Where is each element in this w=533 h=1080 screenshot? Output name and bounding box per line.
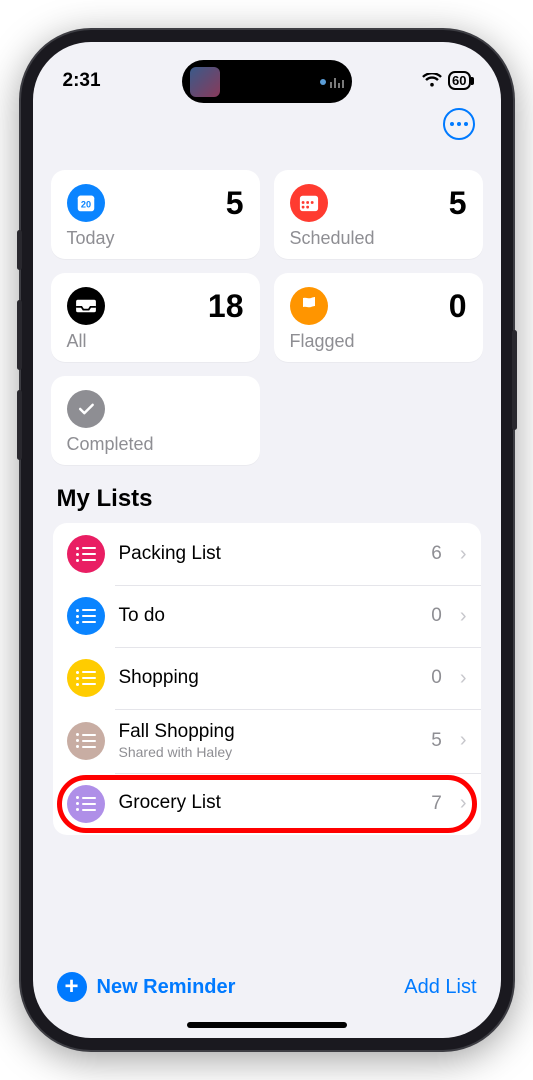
completed-label: Completed — [67, 434, 244, 455]
flagged-count: 0 — [449, 288, 467, 325]
new-reminder-label: New Reminder — [97, 976, 236, 999]
calendar-icon — [290, 184, 328, 222]
chevron-right-icon: › — [460, 667, 467, 690]
smart-list-scheduled[interactable]: 5 Scheduled — [274, 170, 483, 259]
list-row[interactable]: Packing List 6 › — [53, 523, 481, 585]
list-title: Shopping — [119, 667, 418, 690]
list-title: Grocery List — [119, 792, 418, 815]
svg-text:20: 20 — [80, 200, 90, 210]
smart-lists: 20 5 Today 5 Scheduled — [33, 140, 501, 465]
list-bullet-icon — [67, 785, 105, 823]
new-reminder-button[interactable]: + New Reminder — [57, 972, 236, 1002]
list-subtitle: Shared with Haley — [119, 744, 418, 761]
list-row[interactable]: Fall Shopping Shared with Haley 5 › — [53, 709, 481, 773]
list-row[interactable]: To do 0 › — [53, 585, 481, 647]
list-icon — [76, 609, 96, 624]
list-bullet-icon — [67, 597, 105, 635]
scheduled-label: Scheduled — [290, 228, 467, 249]
checkmark-icon — [67, 390, 105, 428]
volume-up-button — [17, 300, 22, 370]
toolbar: + New Reminder Add List — [33, 972, 501, 1012]
list-bullet-icon — [67, 722, 105, 760]
list-title: Packing List — [119, 543, 418, 566]
my-lists-section: My Lists Packing List 6 › To do 0 › Shop… — [33, 465, 501, 835]
status-time: 2:31 — [63, 70, 101, 92]
more-button[interactable] — [443, 108, 475, 140]
chevron-right-icon: › — [460, 605, 467, 628]
island-dot-icon — [320, 79, 326, 85]
chevron-right-icon: › — [460, 729, 467, 752]
list-icon — [76, 733, 96, 748]
now-playing-thumbnail — [190, 67, 220, 97]
list-container: Packing List 6 › To do 0 › Shopping 0 › … — [53, 523, 481, 835]
dynamic-island[interactable] — [182, 60, 352, 103]
chevron-right-icon: › — [460, 792, 467, 815]
screen: 2:31 60 — [33, 42, 501, 1038]
list-icon — [76, 796, 96, 811]
wifi-icon — [422, 73, 442, 88]
phone-frame: 2:31 60 — [21, 30, 513, 1050]
list-count: 6 — [431, 543, 442, 565]
side-button — [17, 230, 22, 270]
plus-circle-icon: + — [57, 972, 87, 1002]
home-indicator[interactable] — [187, 1022, 347, 1028]
list-count: 0 — [431, 667, 442, 689]
scheduled-count: 5 — [449, 185, 467, 222]
smart-list-today[interactable]: 20 5 Today — [51, 170, 260, 259]
add-list-button[interactable]: Add List — [404, 976, 476, 999]
all-count: 18 — [208, 288, 244, 325]
section-title: My Lists — [53, 485, 481, 523]
calendar-today-icon: 20 — [67, 184, 105, 222]
list-row[interactable]: Grocery List 7 › — [53, 773, 481, 835]
list-count: 7 — [431, 793, 442, 815]
today-label: Today — [67, 228, 244, 249]
audio-bars-icon — [330, 76, 344, 88]
list-title: Fall Shopping — [119, 721, 418, 744]
list-bullet-icon — [67, 535, 105, 573]
flag-icon — [290, 287, 328, 325]
list-row[interactable]: Shopping 0 › — [53, 647, 481, 709]
smart-list-all[interactable]: 18 All — [51, 273, 260, 362]
flagged-label: Flagged — [290, 331, 467, 352]
all-label: All — [67, 331, 244, 352]
smart-list-flagged[interactable]: 0 Flagged — [274, 273, 483, 362]
chevron-right-icon: › — [460, 543, 467, 566]
list-count: 5 — [431, 730, 442, 752]
list-bullet-icon — [67, 659, 105, 697]
list-title: To do — [119, 605, 418, 628]
list-icon — [76, 547, 96, 562]
tray-icon — [67, 287, 105, 325]
list-count: 0 — [431, 605, 442, 627]
volume-down-button — [17, 390, 22, 460]
battery-indicator: 60 — [448, 71, 470, 90]
smart-list-completed[interactable]: 0 Completed — [51, 376, 260, 465]
today-count: 5 — [226, 185, 244, 222]
list-icon — [76, 671, 96, 686]
power-button — [512, 330, 517, 430]
